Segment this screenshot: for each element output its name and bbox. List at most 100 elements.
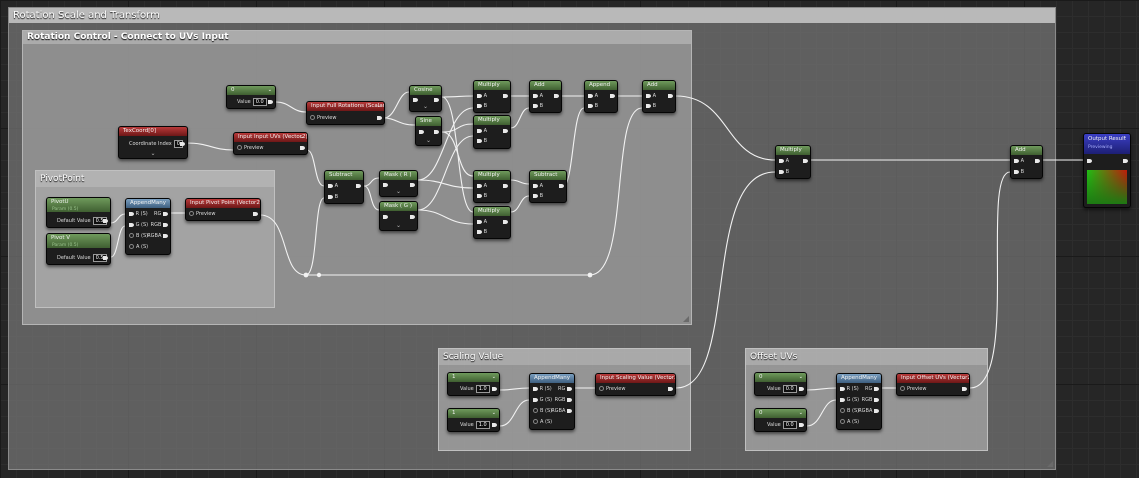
input-pin-icon[interactable] [383, 214, 388, 219]
output-pin-icon[interactable] [163, 211, 168, 216]
output-pin-icon[interactable] [1035, 158, 1040, 163]
input-pin-icon[interactable] [310, 115, 315, 120]
node-mask-g[interactable]: Mask ( G ) ⌄ [379, 201, 418, 231]
chevron-down-icon[interactable]: ⌄ [799, 409, 803, 418]
output-pin-icon[interactable] [799, 386, 804, 391]
output-pin-icon[interactable] [668, 93, 673, 98]
input-pin-icon[interactable] [779, 158, 784, 163]
output-pin-icon[interactable] [668, 386, 673, 391]
chevron-down-icon[interactable]: ⌄ [492, 373, 496, 382]
output-pin-icon[interactable] [180, 141, 185, 146]
chevron-up-icon[interactable]: ⌃ [1123, 134, 1127, 144]
node-input-pivot-point[interactable]: Input Pivot Point (Vector2) Preview [185, 198, 261, 221]
input-pin-icon[interactable] [413, 97, 418, 102]
chevron-down-icon[interactable]: ⌄ [799, 373, 803, 382]
output-pin-icon[interactable] [103, 255, 108, 260]
output-pin-icon[interactable] [799, 422, 804, 427]
input-pin-icon[interactable] [477, 103, 482, 108]
output-pin-icon[interactable] [803, 158, 808, 163]
node-constant-rotation[interactable]: 0 ⌄ Value 0.0 [226, 85, 276, 109]
node-append[interactable]: Append A B [584, 80, 618, 113]
input-pin-icon[interactable] [1087, 158, 1092, 163]
output-pin-icon[interactable] [503, 219, 508, 224]
input-pin-icon[interactable] [129, 211, 134, 216]
output-pin-icon[interactable] [300, 145, 305, 150]
input-pin-icon[interactable] [900, 386, 905, 391]
input-pin-icon[interactable] [533, 397, 538, 402]
input-pin-icon[interactable] [383, 182, 388, 187]
output-pin-icon[interactable] [434, 129, 439, 134]
output-pin-icon[interactable] [103, 218, 108, 223]
node-sine[interactable]: Sine ⌄ [415, 116, 442, 146]
node-input-uvs[interactable]: Input Input UVs (Vector2) ⌄ Preview [233, 132, 308, 155]
node-constant-offset-2[interactable]: 0 ⌄ Value 0.0 [754, 408, 807, 432]
input-pin-icon[interactable] [588, 93, 593, 98]
node-multiply[interactable]: Multiply A B [473, 115, 511, 149]
output-pin-icon[interactable] [163, 233, 168, 238]
input-pin-icon[interactable] [129, 233, 134, 238]
output-pin-icon[interactable] [492, 422, 497, 427]
node-add[interactable]: Add A B [1010, 145, 1043, 179]
node-add[interactable]: Add A B [529, 80, 562, 113]
input-pin-icon[interactable] [129, 244, 134, 249]
chevron-down-icon[interactable]: ⌄ [396, 189, 401, 195]
chevron-down-icon[interactable]: ⌄ [962, 374, 966, 383]
input-pin-icon[interactable] [477, 219, 482, 224]
node-input-offset-uvs[interactable]: Input Offset UVs (Vector2) ⌄ Preview [896, 373, 970, 396]
node-cosine[interactable]: Cosine ⌄ [409, 85, 442, 112]
output-pin-icon[interactable] [163, 222, 168, 227]
input-pin-icon[interactable] [646, 103, 651, 108]
output-pin-icon[interactable] [567, 386, 572, 391]
output-pin-icon[interactable] [874, 397, 879, 402]
input-pin-icon[interactable] [533, 408, 538, 413]
value-field[interactable]: 1.0 [475, 385, 490, 393]
output-pin-icon[interactable] [434, 97, 439, 102]
output-pin-icon[interactable] [567, 408, 572, 413]
node-output-result[interactable]: Output Result Previewing ⌃ [1083, 133, 1131, 208]
input-pin-icon[interactable] [189, 211, 194, 216]
node-multiply[interactable]: Multiply A B [775, 145, 811, 179]
chevron-down-icon[interactable]: ⌄ [492, 409, 496, 418]
node-mask-r[interactable]: Mask ( R ) ⌄ [379, 170, 418, 197]
output-pin-icon[interactable] [492, 386, 497, 391]
output-pin-icon[interactable] [356, 183, 361, 188]
output-pin-icon[interactable] [410, 214, 415, 219]
input-pin-icon[interactable] [533, 419, 538, 424]
input-pin-icon[interactable] [477, 128, 482, 133]
input-pin-icon[interactable] [646, 93, 651, 98]
chevron-down-icon[interactable]: ⌄ [396, 223, 401, 229]
output-pin-icon[interactable] [503, 93, 508, 98]
value-field[interactable]: 1.0 [475, 421, 490, 429]
input-pin-icon[interactable] [477, 183, 482, 188]
node-input-full-rotations[interactable]: Input Full Rotations (Scalar) ⌄ Preview [306, 101, 385, 125]
output-pin-icon[interactable] [503, 128, 508, 133]
input-pin-icon[interactable] [533, 193, 538, 198]
input-pin-icon[interactable] [840, 419, 845, 424]
chevron-down-icon[interactable]: ⌄ [668, 374, 672, 383]
input-pin-icon[interactable] [237, 145, 242, 150]
node-append-many[interactable]: AppendMany R (S) G (S) B (S) A (S) RG RG… [125, 198, 171, 255]
input-pin-icon[interactable] [533, 183, 538, 188]
input-pin-icon[interactable] [840, 397, 845, 402]
input-pin-icon[interactable] [328, 183, 333, 188]
output-pin-icon[interactable] [559, 183, 564, 188]
input-pin-icon[interactable] [840, 408, 845, 413]
chevron-down-icon[interactable]: ⌄ [268, 86, 272, 95]
chevron-down-icon[interactable]: ⌄ [150, 151, 155, 157]
input-pin-icon[interactable] [328, 194, 333, 199]
input-pin-icon[interactable] [129, 222, 134, 227]
output-pin-icon[interactable] [567, 397, 572, 402]
node-append-many[interactable]: AppendMany R (S) G (S) B (S) A (S) RG RG… [836, 373, 882, 430]
node-multiply[interactable]: Multiply A B [473, 80, 511, 113]
input-pin-icon[interactable] [588, 103, 593, 108]
node-pivot-v[interactable]: Pivot V Param (0.5) Default Value 0.5 [46, 233, 111, 265]
output-pin-icon[interactable] [503, 183, 508, 188]
output-pin-icon[interactable] [253, 211, 258, 216]
output-pin-icon[interactable] [610, 93, 615, 98]
output-pin-icon[interactable] [554, 93, 559, 98]
value-field[interactable]: 0.0 [252, 98, 267, 106]
input-pin-icon[interactable] [477, 193, 482, 198]
chevron-down-icon[interactable]: ⌄ [426, 138, 431, 144]
input-pin-icon[interactable] [840, 386, 845, 391]
node-add[interactable]: Add A B [642, 80, 676, 113]
